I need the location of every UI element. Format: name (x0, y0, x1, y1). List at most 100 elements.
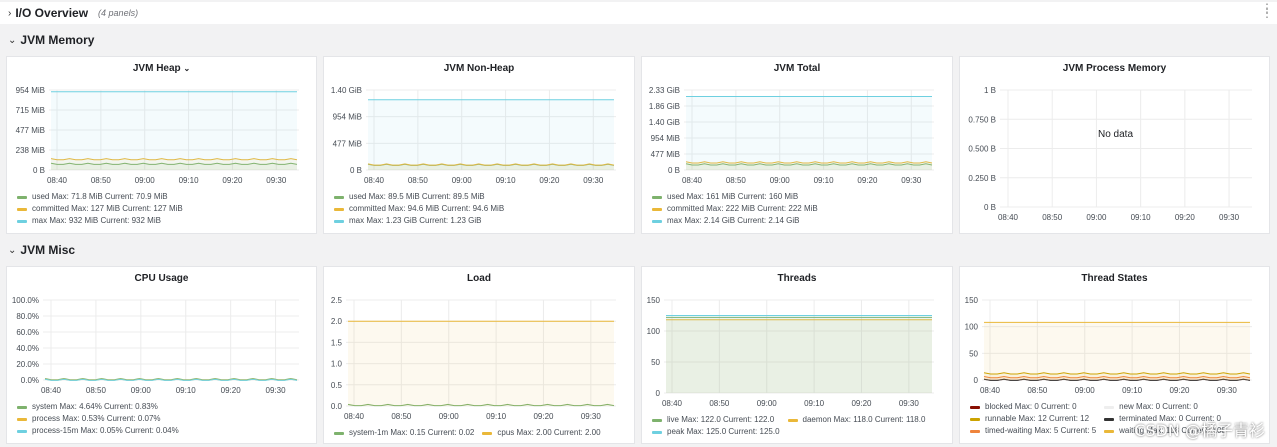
panel-jvm-process-memory[interactable]: JVM Process Memory No data 1 B 0.750 B 0.5… (959, 56, 1270, 234)
x-tick-label: 09:00 (135, 176, 156, 185)
y-tick-label: 477 MiB (16, 126, 45, 135)
x-tick-label: 09:30 (1217, 386, 1238, 395)
legend-item[interactable]: process-15m Max: 0.05% Current: 0.04% (17, 425, 179, 437)
legend-swatch (482, 431, 493, 435)
x-tick-label: 08:50 (86, 386, 107, 395)
io-overview-row[interactable]: › I/O Overview (4 panels) ⋮ ⋮ (0, 2, 1277, 24)
x-tick-label: 09:30 (899, 399, 920, 408)
y-tick-label: 0.500 B (968, 145, 996, 154)
x-tick-label: 09:10 (486, 412, 507, 421)
y-tick-label: 50 (969, 349, 978, 358)
legend-item[interactable]: process Max: 0.53% Current: 0.07% (17, 413, 179, 425)
x-tick-label: 09:00 (1075, 386, 1096, 395)
panel-jvm-total[interactable]: JVM Total 2.33 GiB 1.86 GiB 1.40 GiB 954 Mi… (641, 56, 953, 234)
y-tick-label: 0.5 (331, 381, 343, 390)
x-tick-label: 09:20 (851, 399, 872, 408)
y-tick-label: 954 MiB (16, 86, 45, 95)
y-tick-label: 2.5 (331, 296, 343, 305)
panel-threads[interactable]: Threads 150 100 50 0 08:40 08:50 09:00 09:10 09:… (641, 266, 953, 444)
panel-load[interactable]: Load 2.5 2.0 1.5 1.0 0.5 0.0 08:40 08:50 09:00 09… (323, 266, 635, 444)
legend-item[interactable]: max Max: 1.23 GiB Current: 1.23 GiB (334, 215, 504, 227)
legend-text: timed-waiting Max: 5 Current: 5 (985, 426, 1097, 435)
panel-jvm-heap[interactable]: JVM Heap ⌄ 954 MiB 715 MiB 477 MiB 238 MiB 0… (6, 56, 317, 234)
x-tick-label: 09:10 (1122, 386, 1143, 395)
chevron-down-icon[interactable]: ⌄ (8, 245, 16, 256)
panel-cpu-usage[interactable]: CPU Usage 100.0% 80.0% 60.0% 40.0% 20.0% 0.0%… (6, 266, 317, 444)
legend-swatch (17, 429, 27, 433)
legend-item[interactable]: blocked Max: 0 Current: 0 (970, 401, 1096, 413)
legend-item[interactable]: system-1m Max: 0.15 Current: 0.02 (334, 427, 474, 439)
series-area (686, 96, 932, 170)
y-tick-label: 1 B (984, 86, 996, 95)
x-tick-label: 08:40 (47, 176, 68, 185)
x-tick-label: 09:30 (266, 176, 287, 185)
y-tick-label: 238 MiB (16, 146, 45, 155)
legend-item[interactable]: used Max: 161 MiB Current: 160 MiB (652, 191, 818, 203)
x-tick-label: 08:50 (408, 176, 429, 185)
legend-item[interactable]: peak Max: 125.0 Current: 125.0 (652, 426, 780, 438)
legend-swatch (334, 219, 344, 223)
legend-text: daemon Max: 118.0 Current: 118.0 (802, 415, 926, 424)
legend-swatch (1104, 429, 1115, 433)
legend-item[interactable]: timed-waiting Max: 5 Current: 5 (970, 425, 1096, 437)
x-tick-label: 09:20 (1169, 386, 1190, 395)
legend-swatch (17, 207, 27, 211)
legend-item[interactable]: committed Max: 127 MiB Current: 127 MiB (17, 203, 183, 215)
legend-item[interactable]: cpus Max: 2.00 Current: 2.00 (482, 427, 601, 439)
legend: system Max: 4.64% Current: 0.83% process … (17, 401, 179, 437)
legend-item[interactable]: new Max: 0 Current: 0 (1104, 401, 1226, 413)
panel-jvm-non-heap[interactable]: JVM Non-Heap 1.40 GiB 954 MiB 477 MiB 0 B 08… (323, 56, 635, 234)
x-tick-label: 08:40 (980, 386, 1001, 395)
legend-swatch (652, 195, 662, 199)
jvm-misc-row[interactable]: ⌄ JVM Misc (0, 238, 1277, 262)
legend-item[interactable]: committed Max: 222 MiB Current: 222 MiB (652, 203, 818, 215)
chevron-right-icon[interactable]: › (8, 8, 11, 19)
legend-swatch (17, 195, 27, 199)
x-tick-label: 08:50 (726, 176, 747, 185)
y-tick-label: 0.0 (331, 402, 343, 411)
y-tick-label: 2.33 GiB (649, 86, 680, 95)
x-tick-label: 08:40 (682, 176, 703, 185)
y-tick-label: 954 MiB (333, 113, 362, 122)
legend-text: process Max: 0.53% Current: 0.07% (32, 414, 161, 423)
legend-item[interactable]: committed Max: 94.6 MiB Current: 94.6 Mi… (334, 203, 504, 215)
jvm-memory-row[interactable]: ⌄ JVM Memory (0, 28, 1277, 52)
y-tick-label: 100 (965, 323, 979, 332)
x-tick-label: 09:30 (266, 386, 287, 395)
legend-item[interactable]: used Max: 89.5 MiB Current: 89.5 MiB (334, 191, 504, 203)
legend-text: max Max: 1.23 GiB Current: 1.23 GiB (349, 216, 482, 225)
x-tick-label: 09:10 (496, 176, 517, 185)
legend-item[interactable]: max Max: 932 MiB Current: 932 MiB (17, 215, 183, 227)
legend-item[interactable]: daemon Max: 118.0 Current: 118.0 (787, 414, 926, 426)
legend-item[interactable]: live Max: 122.0 Current: 122.0 (652, 414, 780, 426)
legend-item[interactable]: runnable Max: 12 Current: 12 (970, 413, 1096, 425)
legend-text: blocked Max: 0 Current: 0 (985, 402, 1077, 411)
y-tick-label: 150 (965, 296, 979, 305)
row-panel-count: (4 panels) (98, 8, 139, 18)
legend-text: new Max: 0 Current: 0 (1119, 402, 1198, 411)
y-tick-label: 1.0 (331, 360, 343, 369)
chart-svg[interactable]: 2.5 2.0 1.5 1.0 0.5 0.008:40 08:50 09:00 09:10 09… (324, 267, 634, 443)
chart-svg[interactable]: 1 B 0.750 B 0.500 B 0.250 B 0 B08:40 08:50 09:… (960, 57, 1269, 233)
x-tick-label: 09:00 (770, 176, 791, 185)
x-tick-label: 08:40 (344, 412, 365, 421)
legend-item[interactable]: max Max: 2.14 GiB Current: 2.14 GiB (652, 215, 818, 227)
legend-item[interactable]: system Max: 4.64% Current: 0.83% (17, 401, 179, 413)
x-tick-label: 09:10 (814, 176, 835, 185)
x-tick-label: 09:10 (179, 176, 200, 185)
legend: used Max: 161 MiB Current: 160 MiB commit… (652, 191, 818, 227)
drag-handle-icon[interactable]: ⋮ ⋮ (1261, 2, 1273, 19)
legend-swatch (17, 219, 27, 223)
legend-text: committed Max: 127 MiB Current: 127 MiB (32, 204, 183, 213)
legend: used Max: 89.5 MiB Current: 89.5 MiB comm… (334, 191, 504, 227)
legend-text: peak Max: 125.0 Current: 125.0 (667, 427, 780, 436)
y-tick-label: 1.5 (331, 338, 343, 347)
legend-swatch (334, 431, 344, 435)
legend-item[interactable]: used Max: 71.8 MiB Current: 70.9 MiB (17, 191, 183, 203)
chevron-down-icon[interactable]: ⌄ (8, 35, 16, 46)
legend-text: max Max: 2.14 GiB Current: 2.14 GiB (667, 216, 800, 225)
legend: used Max: 71.8 MiB Current: 70.9 MiB comm… (17, 191, 183, 227)
x-tick-label: 08:50 (709, 399, 730, 408)
watermark: CSDN @橘子青衫 (1134, 421, 1265, 440)
x-tick-label: 09:20 (539, 176, 560, 185)
